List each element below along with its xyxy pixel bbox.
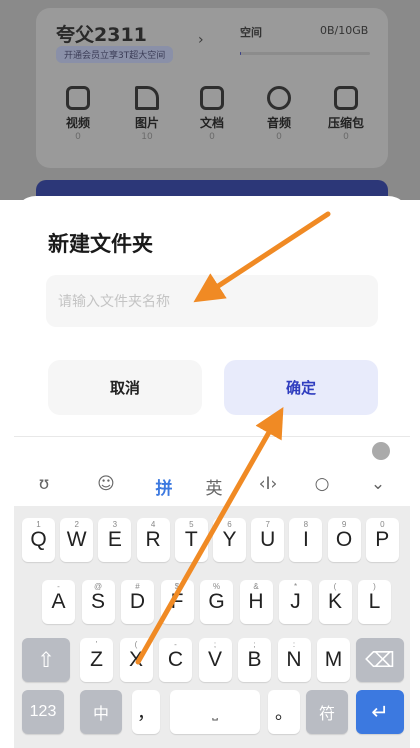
annotation-arrows [135,211,331,665]
annotation-arrow-to-confirm [135,406,284,665]
annotation-arrow-to-input [193,211,331,303]
